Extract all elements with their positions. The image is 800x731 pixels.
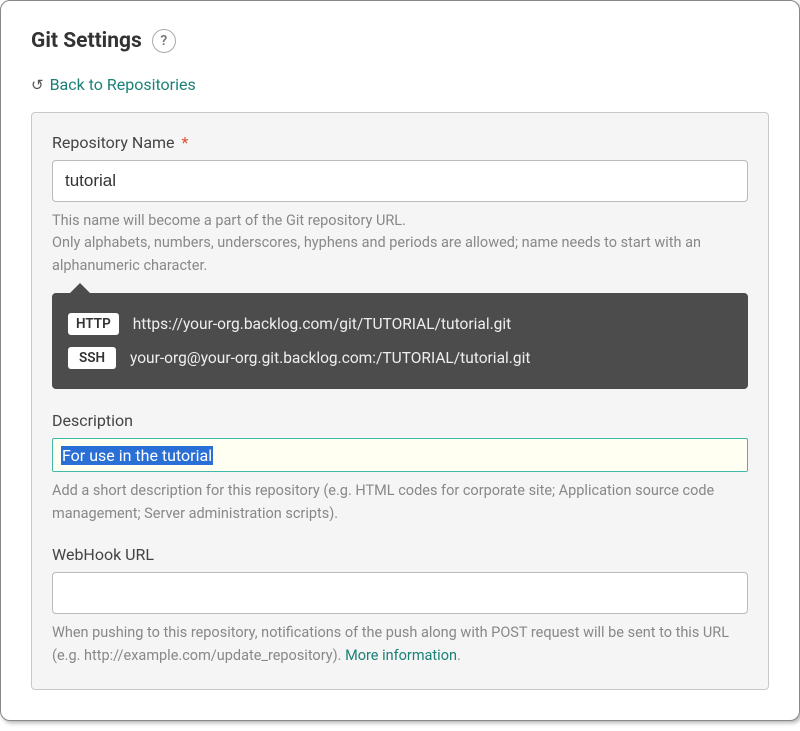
http-badge: HTTP xyxy=(68,313,119,335)
http-url-row: HTTP https://your-org.backlog.com/git/TU… xyxy=(68,307,732,341)
url-preview-box: HTTP https://your-org.backlog.com/git/TU… xyxy=(52,293,748,389)
form-container: Repository Name * This name will become … xyxy=(31,112,769,690)
description-label: Description xyxy=(52,411,748,430)
repo-name-group: Repository Name * This name will become … xyxy=(52,133,748,389)
back-arrow-icon: ↺ xyxy=(31,76,44,94)
webhook-group: WebHook URL When pushing to this reposit… xyxy=(52,545,748,667)
repo-name-label-text: Repository Name xyxy=(52,133,175,152)
back-link[interactable]: Back to Repositories xyxy=(50,75,196,94)
repo-name-label: Repository Name * xyxy=(52,133,748,152)
title-row: Git Settings ? xyxy=(31,29,769,53)
ssh-url-row: SSH your-org@your-org.git.backlog.com:/T… xyxy=(68,341,732,375)
webhook-input[interactable] xyxy=(52,572,748,614)
webhook-label: WebHook URL xyxy=(52,545,748,564)
repo-name-hint: This name will become a part of the Git … xyxy=(52,210,748,277)
url-preview-wrapper: HTTP https://your-org.backlog.com/git/TU… xyxy=(52,293,748,389)
ssh-badge: SSH xyxy=(68,347,116,369)
ssh-url-text: your-org@your-org.git.backlog.com:/TUTOR… xyxy=(130,349,530,367)
description-hint: Add a short description for this reposit… xyxy=(52,480,748,525)
repo-name-input[interactable] xyxy=(52,160,748,202)
tooltip-arrow-icon xyxy=(70,283,90,293)
webhook-hint-suffix: . xyxy=(457,647,461,664)
http-url-text: https://your-org.backlog.com/git/TUTORIA… xyxy=(133,315,511,333)
back-row: ↺ Back to Repositories xyxy=(31,75,769,94)
webhook-hint: When pushing to this repository, notific… xyxy=(52,622,748,667)
help-icon[interactable]: ? xyxy=(152,29,176,53)
settings-panel: Git Settings ? ↺ Back to Repositories Re… xyxy=(0,0,800,721)
more-information-link[interactable]: More information xyxy=(345,647,457,664)
page-title: Git Settings xyxy=(31,29,142,53)
description-input[interactable]: For use in the tutorial xyxy=(52,438,748,472)
description-selected-text: For use in the tutorial xyxy=(61,446,213,465)
description-group: Description For use in the tutorial Add … xyxy=(52,411,748,525)
required-asterisk-icon: * xyxy=(182,133,189,152)
